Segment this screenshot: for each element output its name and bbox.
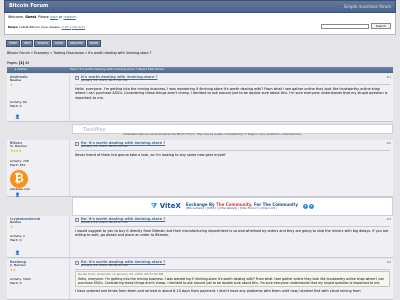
post-title-bar: Re: It's worth dealing with 4mining.stor… — [75, 217, 390, 228]
forum-header: Bitcoin Forum Simple machines forum — [4, 0, 396, 13]
post-title-bar: Re: It's worth dealing with 4mining.stor… — [75, 141, 390, 152]
post-icon — [75, 260, 79, 265]
all-pages-link[interactable]: All — [25, 61, 29, 65]
poster-merit: Merit: 250 — [10, 162, 26, 167]
social-icons: ✈ ✦ — [302, 204, 314, 209]
menu-more[interactable]: MORE — [86, 40, 101, 48]
vitex-banner[interactable]: ⧩ ViteX Exchange By The Community, For T… — [72, 197, 393, 216]
search-button[interactable]: Search — [370, 23, 391, 29]
post: Bashung Jr. Member ★★ Activity: 1003 Mer… — [7, 259, 393, 300]
quote-block: Quote from: Ambrozio on January 23, 2020… — [75, 271, 390, 287]
pagination: Pages: [1] All — [7, 61, 29, 65]
post-date: January 23, 2020, 06:55:30 PM — [81, 144, 128, 149]
post-number[interactable]: #3 — [387, 217, 391, 222]
poster-merit: Merit: 0 — [10, 280, 22, 285]
main-menu: HOME HELP SEARCH LOGIN REGISTER MORE — [6, 40, 101, 48]
post: cryptotradercnb Newbie ★ Activity: 2 Mer… — [7, 216, 393, 258]
post-text: Never heard of them but gonna take a loo… — [75, 153, 226, 158]
vitex-logo-text: ViteX — [159, 202, 181, 211]
pages-label: Pages: — [7, 61, 18, 65]
menu-help[interactable]: HELP — [20, 40, 34, 48]
topic-column-label: Topic: It's worth dealing with 4mining.s… — [70, 67, 164, 72]
bitcoin-avatar-icon: ₿ — [10, 169, 28, 188]
advertisement-banner[interactable]: TwoWay Advertised sites are not endorsed… — [72, 124, 393, 136]
forum-tagline: Simple machines forum — [343, 4, 391, 9]
news-text: Latest Bitcoin Core release: — [19, 25, 61, 29]
vitex-logo: ⧩ ViteX — [151, 202, 181, 211]
login-link[interactable]: login — [50, 15, 58, 19]
profile-icon[interactable]: 👤 — [15, 250, 20, 255]
post: Bitcon Sr. Member ★★★★ Activity: 728 Mer… — [7, 140, 393, 197]
poster-merit: Merit: 0 — [10, 237, 22, 242]
breadcrumb: Bitcoin Forum » Economy » Trading Discus… — [7, 51, 152, 55]
twitter-icon[interactable]: ✦ — [308, 204, 314, 209]
menu-login[interactable]: LOGIN — [51, 40, 67, 48]
guest-label: Guest — [25, 15, 37, 19]
welcome-label: Welcome, — [8, 15, 25, 19]
post-title-bar: It's worth dealing with 4mining.store ? … — [75, 75, 390, 86]
post-number[interactable]: #2 — [387, 141, 391, 146]
ad-watermark: TwoWay — [83, 127, 106, 133]
news-torrent-link[interactable]: [Torrent] — [72, 25, 85, 29]
news-line: News: Latest Bitcoin Core release: 0.18.… — [8, 25, 85, 30]
post-icon — [75, 75, 79, 80]
menu-search[interactable]: SEARCH — [34, 40, 51, 48]
post-body: It's worth dealing with 4mining.store ? … — [72, 74, 393, 101]
post: Ambrozio Newbie ★ Activity: 84 Merit: 0 … — [7, 74, 393, 122]
profile-icon[interactable]: 👤 — [15, 114, 20, 119]
poster-info: Ambrozio Newbie ★ Activity: 84 Merit: 0 … — [7, 74, 70, 121]
search-box: Search — [320, 23, 391, 29]
please-label: . Please — [36, 15, 49, 19]
page: Bitcoin Forum Simple machines forum Welc… — [4, 0, 396, 300]
post-date: January 24, 2020, 06:46:44 AM — [81, 263, 128, 268]
post-icon — [75, 141, 79, 146]
poster-info: Bashung Jr. Member ★★ Activity: 1003 Mer… — [7, 259, 70, 299]
search-input[interactable] — [320, 23, 369, 29]
welcome-text: Welcome, Guest. Please login or register… — [8, 15, 77, 19]
menu-home[interactable]: HOME — [6, 40, 20, 48]
poster-merit: Merit: 0 — [10, 103, 22, 108]
breadcrumb-forum[interactable]: Bitcoin Forum — [7, 51, 30, 55]
post-date: January 24, 2020, 06:45:07 PM — [81, 220, 128, 225]
poster-info: Bitcon Sr. Member ★★★★ Activity: 728 Mer… — [7, 140, 70, 197]
author-column-label: Author — [7, 67, 70, 72]
post-text: I would suggest to you to buy it directl… — [75, 229, 389, 238]
profile-icon[interactable]: 👤 — [15, 192, 20, 197]
post-body: Re: It's worth dealing with 4mining.stor… — [72, 140, 393, 158]
telegram-icon[interactable]: ✈ — [302, 204, 308, 209]
breadcrumb-economy[interactable]: Economy — [34, 51, 49, 55]
ad-disclaimer: Advertised sites are not endorsed by the… — [123, 133, 302, 136]
or-label: or — [59, 15, 63, 19]
post-text: Hello, everyone. I'm getting into the mi… — [75, 87, 388, 100]
breadcrumb-topic[interactable]: It's worth dealing with 4mining.store ? — [88, 51, 151, 55]
news-version-link[interactable]: 0.18.1 — [62, 25, 72, 29]
post-icon — [75, 217, 79, 222]
quote-text: Hello, everyone. I'm getting into the mi… — [78, 276, 385, 285]
post-body: Re: It's worth dealing with 4mining.stor… — [72, 216, 393, 239]
post-date: January 23, 2020, 06:37:02 PM — [81, 78, 128, 83]
menu-register[interactable]: REGISTER — [67, 40, 86, 48]
current-page: [1] — [18, 61, 25, 65]
post-title-bar: Re: It's worth dealing with 4mining.stor… — [75, 260, 390, 271]
post-body: Re: It's worth dealing with 4mining.stor… — [72, 259, 393, 294]
news-label: News: — [8, 25, 19, 29]
post-number[interactable]: #4 — [387, 260, 391, 265]
thread-header: Author Topic: It's worth dealing with 4m… — [7, 67, 393, 73]
poster-info: cryptotradercnb Newbie ★ Activity: 2 Mer… — [7, 216, 70, 257]
register-link[interactable]: register — [63, 15, 75, 19]
poster-website[interactable]: starbase.com — [10, 187, 66, 192]
post-number[interactable]: #1 — [387, 75, 391, 80]
vitex-links[interactable]: [Bitcointalk] | [DEX] | [Vite Wallet] | … — [186, 206, 298, 211]
user-bar: Welcome, Guest. Please login or register… — [4, 13, 396, 35]
breadcrumb-trading[interactable]: Trading Discussion — [53, 51, 84, 55]
forum-logo[interactable]: Bitcoin Forum — [9, 3, 48, 9]
post-text: I have ordered one times from them and a… — [75, 288, 361, 293]
